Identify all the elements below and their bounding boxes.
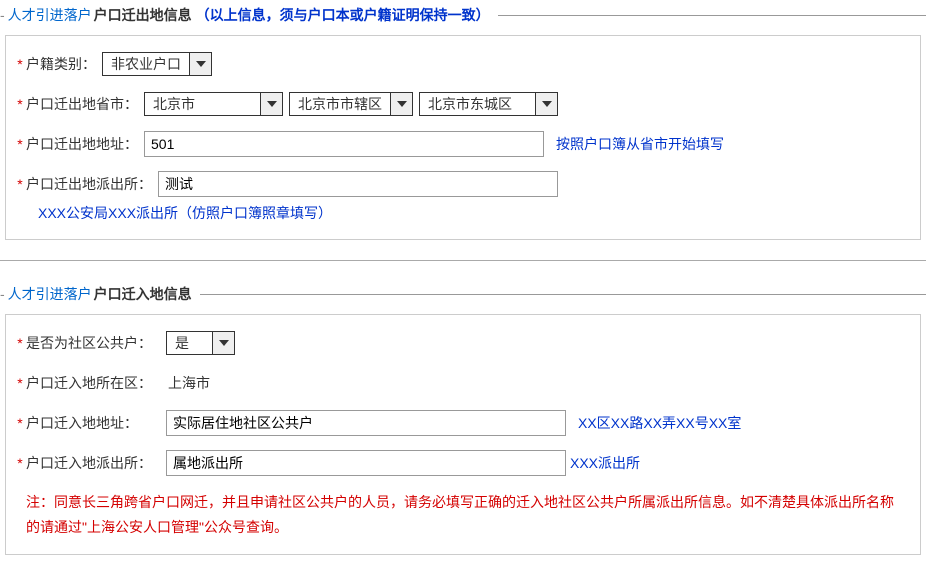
chevron-down-icon bbox=[212, 332, 234, 354]
form-box-out: * 户籍类别： 非农业户口 * 户口迁出地省市： 北京市 北京市市辖区 bbox=[5, 35, 921, 240]
chevron-down-icon bbox=[189, 53, 211, 75]
hint-in-police: XXX派出所 bbox=[570, 453, 640, 473]
label-in-address: 户口迁入地地址： bbox=[26, 413, 166, 433]
row-out-police: * 户口迁出地派出所： bbox=[16, 171, 910, 197]
input-in-address[interactable] bbox=[166, 410, 566, 436]
dash-icon: - bbox=[0, 286, 5, 302]
chevron-down-icon bbox=[535, 93, 557, 115]
section-title-main: 人才引进落户 bbox=[8, 284, 92, 304]
dash-icon: - bbox=[0, 7, 5, 23]
input-out-address[interactable] bbox=[144, 131, 544, 157]
select-hukou-type[interactable]: 非农业户口 bbox=[102, 52, 212, 76]
required-marker: * bbox=[16, 375, 24, 391]
label-community: 是否为社区公共户： bbox=[26, 333, 166, 353]
row-hukou-type: * 户籍类别： 非农业户口 bbox=[16, 51, 910, 77]
form-box-in: * 是否为社区公共户： 是 * 户口迁入地所在区： 上海市 * 户口迁入地地址：… bbox=[5, 314, 921, 555]
required-marker: * bbox=[16, 136, 24, 152]
select-value: 非农业户口 bbox=[103, 54, 189, 74]
select-value: 是 bbox=[167, 333, 212, 353]
label-out-police: 户口迁出地派出所： bbox=[26, 174, 158, 194]
required-marker: * bbox=[16, 455, 24, 471]
label-in-region: 户口迁入地所在区： bbox=[26, 373, 166, 393]
select-value: 北京市 bbox=[145, 94, 260, 114]
select-city[interactable]: 北京市市辖区 bbox=[289, 92, 413, 116]
select-district[interactable]: 北京市东城区 bbox=[419, 92, 558, 116]
select-community[interactable]: 是 bbox=[166, 331, 235, 355]
required-marker: * bbox=[16, 96, 24, 112]
header-line bbox=[200, 294, 926, 295]
section-out: - 人才引进落户 户口迁出地信息 （以上信息，须与户口本或户籍证明保持一致） *… bbox=[0, 0, 926, 240]
row-in-region: * 户口迁入地所在区： 上海市 bbox=[16, 370, 910, 396]
section-divider bbox=[0, 260, 926, 261]
section-title-main: 人才引进落户 bbox=[8, 5, 92, 25]
label-hukou-type: 户籍类别： bbox=[26, 54, 102, 74]
select-value: 北京市东城区 bbox=[420, 94, 535, 114]
chevron-down-icon bbox=[390, 93, 412, 115]
input-out-police[interactable] bbox=[158, 171, 558, 197]
required-marker: * bbox=[16, 56, 24, 72]
header-line bbox=[498, 15, 926, 16]
hint-out-address: 按照户口簿从省市开始填写 bbox=[556, 134, 724, 154]
label-in-police: 户口迁入地派出所： bbox=[26, 453, 166, 473]
note-block: 注：同意长三角跨省户口网迁，并且申请社区公共户的人员，请务必填写正确的迁入地社区… bbox=[26, 490, 900, 540]
row-out-address: * 户口迁出地地址： 按照户口簿从省市开始填写 bbox=[16, 131, 910, 157]
row-in-address: * 户口迁入地地址： XX区XX路XX弄XX号XX室 bbox=[16, 410, 910, 436]
row-out-province: * 户口迁出地省市： 北京市 北京市市辖区 北京市东城区 bbox=[16, 91, 910, 117]
subhint-out-police: XXX公安局XXX派出所（仿照户口簿照章填写） bbox=[38, 203, 910, 223]
input-in-police[interactable] bbox=[166, 450, 566, 476]
section-title-sub: 户口迁出地信息 bbox=[94, 5, 192, 25]
required-marker: * bbox=[16, 415, 24, 431]
required-marker: * bbox=[16, 176, 24, 192]
section-title-sub: 户口迁入地信息 bbox=[94, 284, 192, 304]
section-in: - 人才引进落户 户口迁入地信息 * 是否为社区公共户： 是 * 户口迁入地所在… bbox=[0, 279, 926, 555]
required-marker: * bbox=[16, 335, 24, 351]
section-title-note: （以上信息，须与户口本或户籍证明保持一致） bbox=[196, 5, 490, 25]
select-province[interactable]: 北京市 bbox=[144, 92, 283, 116]
label-out-province: 户口迁出地省市： bbox=[26, 94, 144, 114]
section-out-header: - 人才引进落户 户口迁出地信息 （以上信息，须与户口本或户籍证明保持一致） bbox=[0, 0, 926, 30]
label-out-address: 户口迁出地地址： bbox=[26, 134, 144, 154]
value-in-region: 上海市 bbox=[168, 373, 210, 393]
row-community: * 是否为社区公共户： 是 bbox=[16, 330, 910, 356]
section-in-header: - 人才引进落户 户口迁入地信息 bbox=[0, 279, 926, 309]
chevron-down-icon bbox=[260, 93, 282, 115]
select-value: 北京市市辖区 bbox=[290, 94, 390, 114]
hint-in-address: XX区XX路XX弄XX号XX室 bbox=[578, 413, 741, 433]
row-in-police: * 户口迁入地派出所： XXX派出所 bbox=[16, 450, 910, 476]
